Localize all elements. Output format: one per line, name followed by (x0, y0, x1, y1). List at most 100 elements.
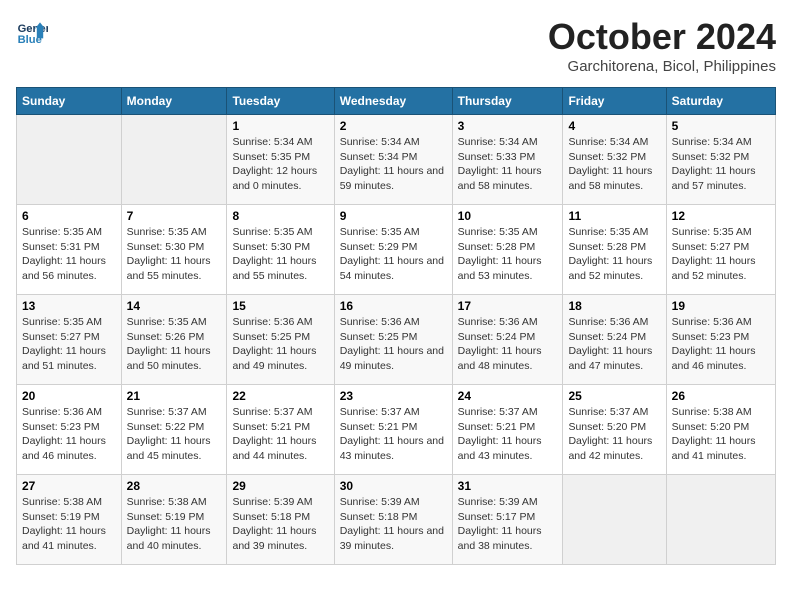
calendar-cell: 6Sunrise: 5:35 AMSunset: 5:31 PMDaylight… (17, 205, 122, 295)
calendar-week-row: 13 Sunrise: 5:35 AMSunset: 5:27 PMDayligh… (17, 295, 776, 385)
day-info: Sunrise: 5:37 AMSunset: 5:20 PMDaylight:… (568, 405, 660, 464)
day-number: 10 (458, 209, 558, 223)
day-info: Sunrise: 5:36 AMSunset: 5:23 PMDaylight:… (672, 315, 770, 374)
day-info: Sunrise: 5:35 AMSunset: 5:28 PMDaylight:… (568, 225, 660, 284)
day-info: Sunrise: 5:38 AMSunset: 5:19 PMDaylight:… (22, 495, 116, 554)
day-number: 26 (672, 389, 770, 403)
day-info: Sunrise: 5:37 AMSunset: 5:22 PMDaylight:… (127, 405, 222, 464)
day-number: 28 (127, 479, 222, 493)
weekday-header-tuesday: Tuesday (227, 88, 334, 115)
day-info: Sunrise: 5:39 AMSunset: 5:18 PMDaylight:… (232, 495, 328, 554)
day-number: 21 (127, 389, 222, 403)
calendar-cell: 15Sunrise: 5:36 AMSunset: 5:25 PMDayligh… (227, 295, 334, 385)
day-info: Sunrise: 5:36 AMSunset: 5:24 PMDaylight:… (568, 315, 660, 374)
day-info: Sunrise: 5:37 AMSunset: 5:21 PMDaylight:… (340, 405, 447, 464)
calendar-cell: 26Sunrise: 5:38 AMSunset: 5:20 PMDayligh… (666, 385, 775, 475)
day-number: 20 (22, 389, 116, 403)
day-info: Sunrise: 5:35 AMSunset: 5:30 PMDaylight:… (127, 225, 222, 284)
day-number: 11 (568, 209, 660, 223)
day-info: Sunrise: 5:35 AMSunset: 5:27 PMDaylight:… (672, 225, 770, 284)
day-info: Sunrise: 5:36 AMSunset: 5:25 PMDaylight:… (340, 315, 447, 374)
weekday-header-sunday: Sunday (17, 88, 122, 115)
calendar-cell (563, 475, 666, 565)
month-title: October 2024 (548, 16, 776, 58)
day-number: 25 (568, 389, 660, 403)
logo-icon: General Blue (16, 16, 48, 48)
day-number: 29 (232, 479, 328, 493)
calendar-cell (121, 115, 227, 205)
day-info: Sunrise: 5:34 AMSunset: 5:33 PMDaylight:… (458, 135, 558, 194)
day-info: Sunrise: 5:35 AMSunset: 5:30 PMDaylight:… (232, 225, 328, 284)
calendar-cell: 5 Sunrise: 5:34 AMSunset: 5:32 PMDaylight… (666, 115, 775, 205)
calendar-cell: 3 Sunrise: 5:34 AMSunset: 5:33 PMDaylight… (452, 115, 563, 205)
calendar-cell: 9Sunrise: 5:35 AMSunset: 5:29 PMDaylight… (334, 205, 452, 295)
calendar-cell: 10 Sunrise: 5:35 AMSunset: 5:28 PMDayligh… (452, 205, 563, 295)
weekday-header-wednesday: Wednesday (334, 88, 452, 115)
calendar-cell: 24 Sunrise: 5:37 AMSunset: 5:21 PMDayligh… (452, 385, 563, 475)
day-number: 18 (568, 299, 660, 313)
calendar-week-row: 1Sunrise: 5:34 AMSunset: 5:35 PMDaylight… (17, 115, 776, 205)
calendar-cell: 22 Sunrise: 5:37 AMSunset: 5:21 PMDayligh… (227, 385, 334, 475)
calendar-cell: 7Sunrise: 5:35 AMSunset: 5:30 PMDaylight… (121, 205, 227, 295)
weekday-header-saturday: Saturday (666, 88, 775, 115)
day-info: Sunrise: 5:36 AMSunset: 5:25 PMDaylight:… (232, 315, 328, 374)
page-header: General Blue October 2024 Garchitorena, … (16, 16, 776, 75)
calendar-cell: 25 Sunrise: 5:37 AMSunset: 5:20 PMDayligh… (563, 385, 666, 475)
day-number: 30 (340, 479, 447, 493)
calendar-cell (17, 115, 122, 205)
calendar-week-row: 6Sunrise: 5:35 AMSunset: 5:31 PMDaylight… (17, 205, 776, 295)
calendar-cell: 21 Sunrise: 5:37 AMSunset: 5:22 PMDayligh… (121, 385, 227, 475)
day-info: Sunrise: 5:39 AMSunset: 5:18 PMDaylight:… (340, 495, 447, 554)
day-number: 19 (672, 299, 770, 313)
day-number: 17 (458, 299, 558, 313)
svg-text:General: General (18, 23, 48, 35)
calendar-cell: 27 Sunrise: 5:38 AMSunset: 5:19 PMDayligh… (17, 475, 122, 565)
day-number: 13 (22, 299, 116, 313)
day-number: 24 (458, 389, 558, 403)
calendar-cell: 13 Sunrise: 5:35 AMSunset: 5:27 PMDayligh… (17, 295, 122, 385)
calendar-cell: 2Sunrise: 5:34 AMSunset: 5:34 PMDaylight… (334, 115, 452, 205)
day-info: Sunrise: 5:37 AMSunset: 5:21 PMDaylight:… (458, 405, 558, 464)
calendar-cell: 20 Sunrise: 5:36 AMSunset: 5:23 PMDayligh… (17, 385, 122, 475)
title-block: October 2024 Garchitorena, Bicol, Philip… (548, 16, 776, 75)
day-number: 22 (232, 389, 328, 403)
day-number: 27 (22, 479, 116, 493)
calendar-cell: 4 Sunrise: 5:34 AMSunset: 5:32 PMDaylight… (563, 115, 666, 205)
calendar-cell: 30 Sunrise: 5:39 AMSunset: 5:18 PMDayligh… (334, 475, 452, 565)
calendar-cell: 16Sunrise: 5:36 AMSunset: 5:25 PMDayligh… (334, 295, 452, 385)
day-info: Sunrise: 5:39 AMSunset: 5:17 PMDaylight:… (458, 495, 558, 554)
calendar-cell: 23 Sunrise: 5:37 AMSunset: 5:21 PMDayligh… (334, 385, 452, 475)
calendar-cell: 19 Sunrise: 5:36 AMSunset: 5:23 PMDayligh… (666, 295, 775, 385)
calendar-cell: 29 Sunrise: 5:39 AMSunset: 5:18 PMDayligh… (227, 475, 334, 565)
day-info: Sunrise: 5:36 AMSunset: 5:23 PMDaylight:… (22, 405, 116, 464)
day-number: 3 (458, 119, 558, 133)
weekday-header-monday: Monday (121, 88, 227, 115)
day-number: 8 (232, 209, 328, 223)
day-info: Sunrise: 5:34 AMSunset: 5:32 PMDaylight:… (568, 135, 660, 194)
day-number: 6 (22, 209, 116, 223)
location-subtitle: Garchitorena, Bicol, Philippines (548, 58, 776, 75)
calendar-cell: 8 Sunrise: 5:35 AMSunset: 5:30 PMDaylight… (227, 205, 334, 295)
calendar-cell: 31 Sunrise: 5:39 AMSunset: 5:17 PMDayligh… (452, 475, 563, 565)
calendar-cell: 28 Sunrise: 5:38 AMSunset: 5:19 PMDayligh… (121, 475, 227, 565)
day-number: 5 (672, 119, 770, 133)
day-number: 4 (568, 119, 660, 133)
day-info: Sunrise: 5:34 AMSunset: 5:32 PMDaylight:… (672, 135, 770, 194)
day-info: Sunrise: 5:38 AMSunset: 5:19 PMDaylight:… (127, 495, 222, 554)
day-info: Sunrise: 5:35 AMSunset: 5:26 PMDaylight:… (127, 315, 222, 374)
day-info: Sunrise: 5:36 AMSunset: 5:24 PMDaylight:… (458, 315, 558, 374)
calendar-cell: 18 Sunrise: 5:36 AMSunset: 5:24 PMDayligh… (563, 295, 666, 385)
calendar-week-row: 20 Sunrise: 5:36 AMSunset: 5:23 PMDayligh… (17, 385, 776, 475)
day-info: Sunrise: 5:35 AMSunset: 5:28 PMDaylight:… (458, 225, 558, 284)
calendar-cell: 11 Sunrise: 5:35 AMSunset: 5:28 PMDayligh… (563, 205, 666, 295)
weekday-header-friday: Friday (563, 88, 666, 115)
day-number: 31 (458, 479, 558, 493)
weekday-header-row: SundayMondayTuesdayWednesdayThursdayFrid… (17, 88, 776, 115)
day-number: 23 (340, 389, 447, 403)
day-info: Sunrise: 5:37 AMSunset: 5:21 PMDaylight:… (232, 405, 328, 464)
calendar-week-row: 27 Sunrise: 5:38 AMSunset: 5:19 PMDayligh… (17, 475, 776, 565)
logo: General Blue (16, 16, 48, 48)
day-info: Sunrise: 5:35 AMSunset: 5:27 PMDaylight:… (22, 315, 116, 374)
calendar-cell: 17 Sunrise: 5:36 AMSunset: 5:24 PMDayligh… (452, 295, 563, 385)
day-info: Sunrise: 5:34 AMSunset: 5:34 PMDaylight:… (340, 135, 447, 194)
